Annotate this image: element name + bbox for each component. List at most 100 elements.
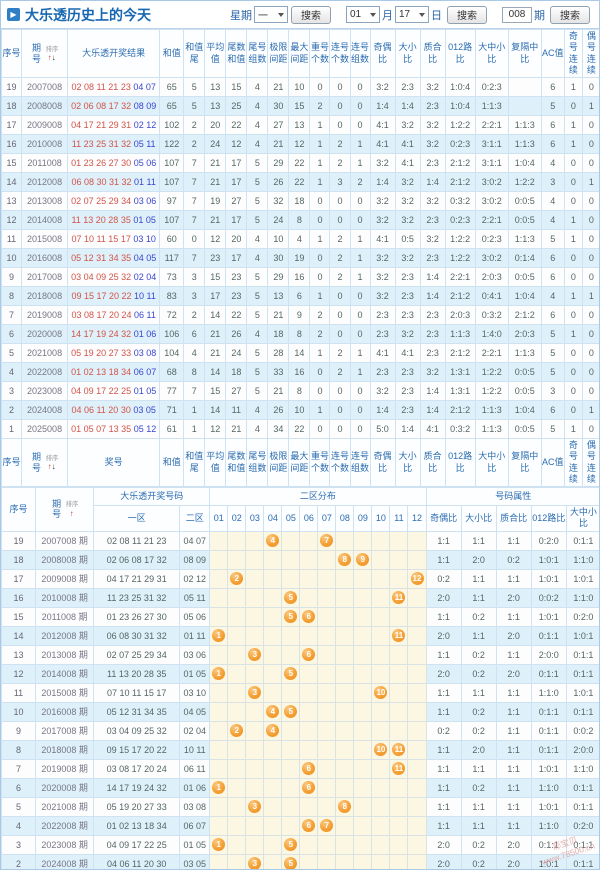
stat-value-cell-8: 0: [329, 324, 351, 344]
back-zone-numbers: 05 06: [133, 158, 157, 168]
dist-cell-09: [353, 701, 373, 722]
zone1-numbers-cell: 03 04 09 25 32: [93, 720, 181, 741]
stat-value-cell-10: 3:2: [369, 191, 396, 211]
t2-result-group-header: 大乐透开奖号码: [93, 487, 211, 506]
dist-cell-03: [245, 663, 265, 684]
sort-control[interactable]: 排序 ↑: [65, 501, 79, 518]
stat-value-cell-12: 3:2: [419, 229, 446, 249]
stat-value-cell-1: 0: [183, 229, 206, 249]
result-cell: 06 08 30 31 32 01 11: [67, 172, 161, 192]
back-zone-numbers: 04 05: [133, 253, 157, 263]
stat-value-cell-7: 0: [309, 248, 331, 268]
issue-input[interactable]: [502, 6, 532, 23]
stat-value-cell-13: 1:2:2: [444, 115, 476, 135]
back-zone-numbers: 01 05: [133, 215, 156, 225]
back-number-ball: 6: [302, 610, 316, 623]
stat-value-cell-6: 19: [288, 248, 311, 268]
stat-value-cell-16: 6: [540, 248, 565, 268]
attr-value-cell-3: 1:1:0: [530, 682, 567, 703]
stat-value-cell-4: 5: [246, 362, 269, 382]
sort-label: 排序: [45, 46, 58, 53]
t1-column-header-21: 偶号连续: [581, 29, 599, 78]
stat-value-cell-6: 6: [288, 286, 311, 306]
back-zone-numbers: 06 07: [133, 367, 157, 377]
stat-value-cell-3: 25: [225, 96, 248, 116]
stat-value-cell-17: 1: [563, 77, 583, 97]
stat-value-cell-18: 0: [581, 191, 599, 211]
month-select[interactable]: 01: [346, 6, 380, 23]
stat-value-cell-11: 3:2: [394, 172, 421, 192]
issue-header-wrap: 期号 排序 ↑↓: [23, 452, 67, 473]
issue-search-button[interactable]: 搜索: [550, 5, 590, 24]
zone1-numbers-cell: 07 10 11 15 17: [93, 682, 181, 703]
t1-column-header-4: 和值尾: [183, 29, 206, 78]
stat-value-cell-2: 21: [204, 210, 227, 230]
stat-value-cell-1: 5: [183, 96, 206, 116]
stat-value-cell-9: 0: [349, 191, 371, 211]
seq-cell: 17: [1, 115, 23, 135]
dist-cell-06: 6: [299, 606, 319, 627]
sort-control[interactable]: 排序 ↑↓: [45, 46, 59, 62]
dist-cell-07: [317, 758, 337, 779]
dist-cell-12: [407, 853, 427, 869]
dist-cell-07: [317, 549, 337, 570]
dist-cell-01: 1: [209, 625, 229, 646]
dist-cell-11: 11: [389, 625, 409, 646]
stat-value-cell-4: 5: [246, 286, 269, 306]
issue-cell: 2010008: [21, 134, 69, 154]
t1-column-header-11: 连号个数: [329, 29, 351, 78]
stat-value-cell-7: 1: [309, 286, 331, 306]
stats-row: 19 2007008 02 08 11 21 23 04 07 65 5 13 15 4 21 1…: [1, 77, 599, 97]
attr-value-cell-2: 1:1: [495, 815, 532, 836]
dist-cell-02: [227, 701, 247, 722]
week-search-button[interactable]: 搜索: [291, 5, 331, 24]
t1-column-header-7: 尾号组数: [246, 29, 269, 78]
dist-cell-10: [371, 777, 391, 798]
stat-value-cell-3: 11: [225, 400, 248, 420]
stat-value-cell-8: 3: [329, 172, 351, 192]
sort-control[interactable]: 排序 ↑↓: [45, 455, 59, 471]
dist-cell-01: [209, 587, 229, 608]
search-controls: 星期 一 搜索 01 月 17 日 搜索 期 搜索: [228, 5, 593, 24]
zone1-numbers-cell: 02 07 25 29 34: [93, 644, 181, 665]
stat-value-cell-1: 6: [183, 324, 206, 344]
stat-value-cell-4: 5: [246, 153, 269, 173]
week-select-value: 一: [258, 11, 268, 22]
stat-value-cell-10: 4:1: [369, 343, 396, 363]
week-select[interactable]: 一: [254, 6, 288, 23]
dist-cell-06: [299, 530, 319, 551]
t1-column-header-11: 连号个数: [329, 438, 351, 487]
front-zone-numbers: 11 13 20 28 35: [71, 215, 131, 225]
seq-cell: 11: [1, 229, 23, 249]
stat-value-cell-8: 0: [329, 96, 351, 116]
zone2-numbers-cell: 01 05: [179, 834, 211, 855]
stats-row: 9 2017008 03 04 09 25 32 02 04 73 3 15 23 5 29 16…: [1, 267, 599, 287]
stat-value-cell-3: 17: [225, 153, 248, 173]
stat-value-cell-6: 4: [288, 229, 311, 249]
stat-value-cell-1: 2: [183, 134, 206, 154]
dist-cell-09: 9: [353, 549, 373, 570]
issue-cell: 2024008: [21, 400, 69, 420]
seq-cell: 12: [1, 663, 37, 684]
back-zone-numbers: 08 09: [133, 101, 157, 111]
stats-row: 7 2019008 03 08 17 20 24 06 11 72 2 14 22 5 21 9 2…: [1, 305, 599, 325]
stat-value-cell-8: 0: [329, 210, 351, 230]
back-number-ball: 5: [284, 610, 298, 623]
dist-cell-06: [299, 720, 319, 741]
dist-cell-02: [227, 777, 247, 798]
stat-value-cell-9: 1: [349, 248, 371, 268]
stat-value-cell-5: 34: [267, 419, 290, 439]
back-zone-numbers: 06 11: [134, 310, 156, 320]
day-select[interactable]: 17: [395, 6, 429, 23]
attr-value-cell-3: 0:1:1: [530, 625, 567, 646]
result-cell: 09 15 17 20 22 10 11: [67, 286, 161, 306]
t2-issue-column-header: 期号 排序 ↑: [35, 487, 95, 532]
stat-value-cell-16: 5: [540, 343, 565, 363]
stat-value-cell-12: 2:3: [419, 248, 446, 268]
stat-value-cell-15: 0:0:5: [507, 210, 542, 230]
stat-value-cell-16: 6: [540, 77, 565, 97]
issue-cell: 2007008: [21, 77, 69, 97]
date-search-button[interactable]: 搜索: [447, 5, 487, 24]
issue-cell: 2018008: [21, 286, 69, 306]
stat-value-cell-12: 3:2: [419, 115, 446, 135]
